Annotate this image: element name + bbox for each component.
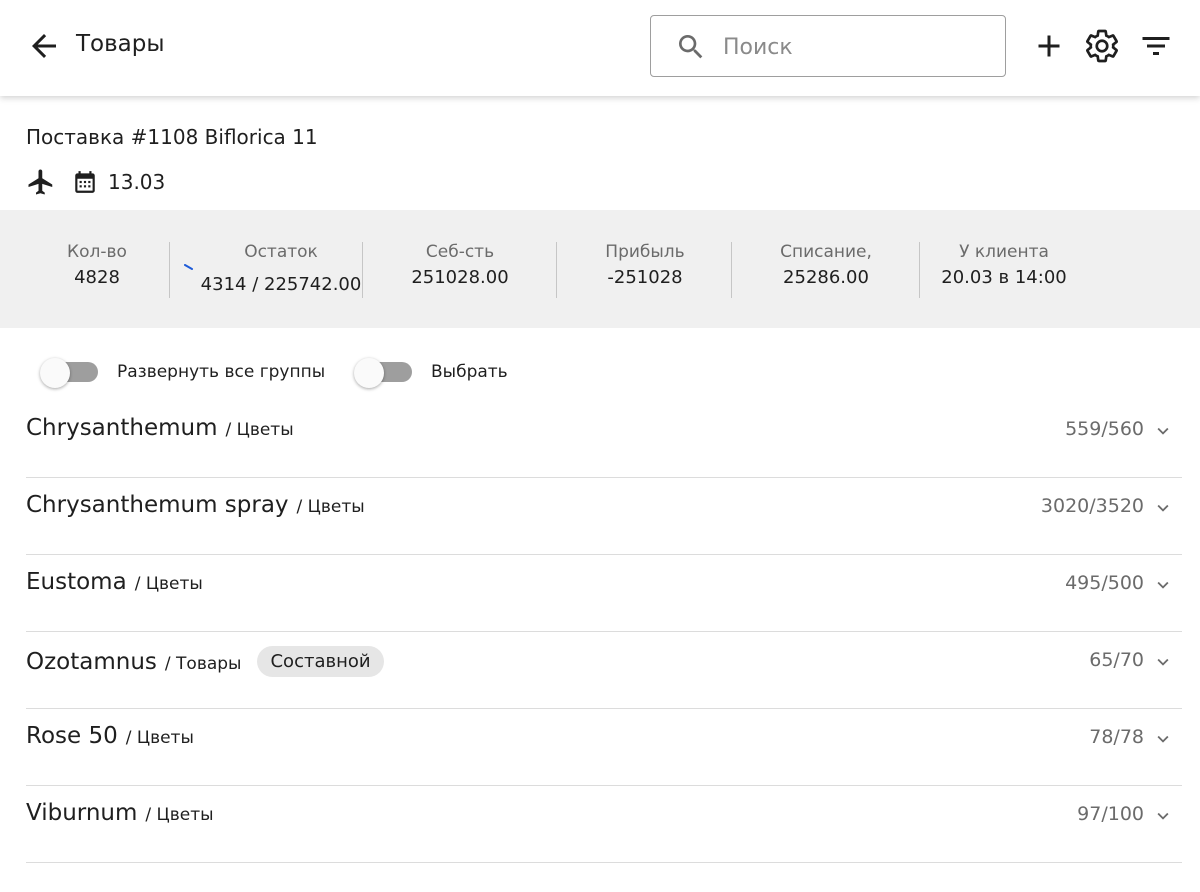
chevron-down-icon[interactable] <box>1152 805 1174 827</box>
stat-label: Прибыль <box>605 242 685 262</box>
stat-label: Списание, <box>780 242 872 262</box>
group-name: Chrysanthemum <box>26 415 218 441</box>
arrow-left-icon[interactable] <box>26 28 62 64</box>
delivery-title: Поставка #1108 Bifloricа 11 <box>26 125 318 149</box>
stat-value: 4314 / 225742.00 <box>200 274 362 295</box>
group-title: Chrysanthemum spray / Цветы <box>26 492 365 518</box>
group-category: / Цветы <box>134 574 203 594</box>
stat-divider <box>169 242 170 298</box>
expand-all-toggle[interactable] <box>40 358 98 388</box>
chevron-down-icon[interactable] <box>1152 574 1174 596</box>
group-category: / Цветы <box>145 805 214 825</box>
group-category: / Цветы <box>225 420 294 440</box>
stat-divider <box>362 242 363 298</box>
group-title: Eustoma / Цветы <box>26 569 203 595</box>
page-title: Товары <box>76 31 165 57</box>
chevron-down-icon[interactable] <box>1152 728 1174 750</box>
group-category: / Цветы <box>125 728 194 748</box>
group-row[interactable]: Ozotamnus / Товары Составной 65/70 <box>26 632 1182 709</box>
chevron-down-icon[interactable] <box>1152 651 1174 673</box>
group-count: 559/560 <box>1065 418 1144 440</box>
plane-icon <box>28 169 53 195</box>
stats-panel: Кол-во 4828 Остаток 4314 / 225742.00 Себ… <box>0 210 1200 328</box>
stat-label: Остаток <box>244 242 318 262</box>
search-input[interactable] <box>723 28 993 66</box>
group-row[interactable]: Chrysanthemum / Цветы 559/560 <box>26 401 1182 478</box>
search-icon <box>679 35 703 59</box>
stat-divider <box>919 242 920 298</box>
group-count: 97/100 <box>1077 803 1144 825</box>
group-name: Ozotamnus <box>26 649 157 675</box>
group-row[interactable]: Rose 50 / Цветы 78/78 <box>26 709 1182 786</box>
toggle-thumb <box>354 358 384 388</box>
stat-quantity: Кол-во 4828 <box>47 242 147 288</box>
stat-remainder: Остаток 4314 / 225742.00 <box>200 242 362 295</box>
group-title: Viburnum / Цветы <box>26 800 214 826</box>
stat-value: -251028 <box>607 267 683 288</box>
calendar-icon <box>75 171 95 193</box>
group-count: 78/78 <box>1089 726 1144 748</box>
stat-profit: Прибыль -251028 <box>580 242 710 288</box>
group-count: 3020/3520 <box>1040 495 1144 517</box>
group-name: Rose 50 <box>26 723 118 749</box>
group-count: 495/500 <box>1065 572 1144 594</box>
stat-value: 25286.00 <box>783 267 869 288</box>
chevron-down-icon[interactable] <box>1152 497 1174 519</box>
group-row[interactable]: Eustoma / Цветы 495/500 <box>26 555 1182 632</box>
group-name: Eustoma <box>26 569 127 595</box>
stat-label: Кол-во <box>67 242 127 262</box>
gear-icon[interactable] <box>1084 28 1120 64</box>
group-category: / Товары <box>164 654 242 674</box>
select-label: Выбрать <box>431 362 508 382</box>
plus-icon[interactable] <box>1031 28 1067 64</box>
progress-indicator-icon <box>184 264 193 270</box>
delivery-date: 13.03 <box>108 170 166 194</box>
group-name: Viburnum <box>26 800 138 826</box>
stat-label: Себ-сть <box>425 242 495 262</box>
toggle-thumb <box>40 358 70 388</box>
stat-at-client: У клиента 20.03 в 14:00 <box>934 242 1074 288</box>
group-title: Chrysanthemum / Цветы <box>26 415 294 441</box>
group-row[interactable]: Chrysanthemum spray / Цветы 3020/3520 <box>26 478 1182 555</box>
chevron-down-icon[interactable] <box>1152 420 1174 442</box>
stat-value: 20.03 в 14:00 <box>941 267 1067 288</box>
group-title: Rose 50 / Цветы <box>26 723 194 749</box>
composite-chip: Составной <box>257 646 384 677</box>
group-row[interactable]: Viburnum / Цветы 97/100 <box>26 786 1182 863</box>
group-category: / Цветы <box>296 497 365 517</box>
search-box[interactable] <box>650 15 1006 77</box>
stat-cost: Себ-сть 251028.00 <box>390 242 530 288</box>
stat-writeoff: Списание, 25286.00 <box>756 242 896 288</box>
stat-divider <box>731 242 732 298</box>
group-title: Ozotamnus / Товары Составной <box>26 646 384 677</box>
stat-divider <box>556 242 557 298</box>
stat-value: 4828 <box>74 267 120 288</box>
filter-icon[interactable] <box>1138 28 1174 64</box>
app-header: Товары <box>0 0 1200 96</box>
group-name: Chrysanthemum spray <box>26 492 289 518</box>
stat-label: У клиента <box>959 242 1049 262</box>
stat-value: 251028.00 <box>411 267 509 288</box>
expand-all-label: Развернуть все группы <box>117 362 326 382</box>
group-count: 65/70 <box>1089 649 1144 671</box>
select-toggle[interactable] <box>354 358 412 388</box>
